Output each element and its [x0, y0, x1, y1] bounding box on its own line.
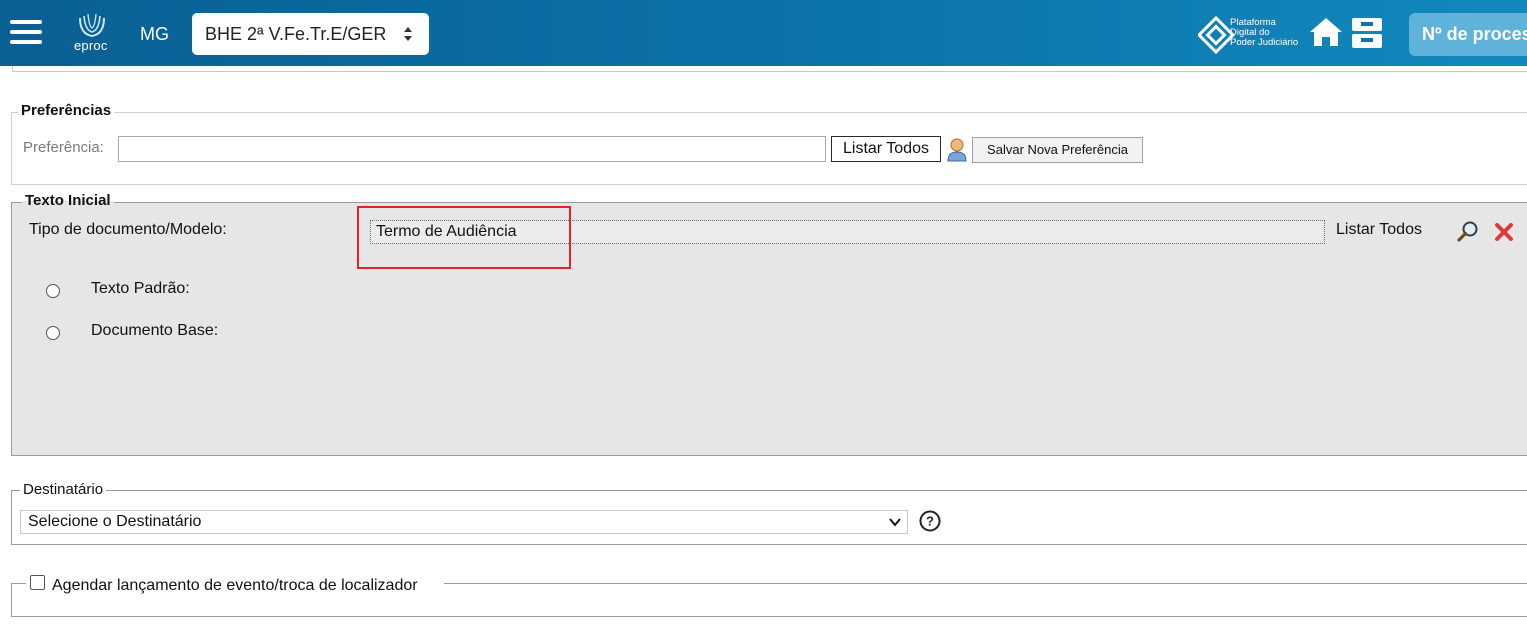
texto-padrao-label: Texto Padrão:: [91, 280, 190, 297]
fieldset-border-bottom: [11, 184, 1527, 185]
fieldset-border-left: [11, 112, 12, 185]
documento-base-label: Documento Base:: [91, 322, 219, 339]
fieldset-border-left: [11, 583, 12, 617]
documento-base-radio[interactable]: [46, 326, 60, 340]
menu-icon[interactable]: [10, 20, 42, 46]
fieldset-border-top: [11, 490, 1527, 491]
agendar-label: Agendar lançamento de evento/troca de lo…: [52, 577, 418, 594]
divider: [12, 66, 1527, 72]
destinatario-selected: Selecione o Destinatário: [28, 513, 202, 530]
org-unit-select[interactable]: BHE 2ª V.Fe.Tr.E/GER: [192, 13, 429, 55]
inbox-icon[interactable]: [1350, 16, 1384, 50]
tipo-documento-input[interactable]: Termo de Audiência: [370, 220, 1325, 244]
user-icon[interactable]: [946, 138, 968, 162]
fieldset-border-top: [11, 112, 1527, 113]
preferencias-legend: Preferências: [18, 102, 115, 119]
org-unit-value: BHE 2ª V.Fe.Tr.E/GER: [205, 23, 387, 44]
chevron-down-icon: [889, 518, 901, 527]
process-number-input[interactable]: Nº de proces: [1409, 13, 1527, 56]
state-label: MG: [140, 24, 169, 44]
preferencia-input[interactable]: [118, 136, 826, 162]
logo-text: eproc: [74, 38, 108, 53]
platform-text: Plataforma Digital do Poder Judiciário: [1230, 18, 1298, 48]
fieldset-border-bottom: [11, 616, 1527, 617]
fieldset-border-left: [11, 490, 12, 545]
home-icon[interactable]: [1308, 16, 1344, 48]
listar-todos-button[interactable]: Listar Todos: [831, 136, 941, 162]
texto-inicial-legend: Texto Inicial: [22, 192, 114, 209]
process-input-placeholder: Nº de proces: [1422, 24, 1527, 44]
search-icon[interactable]: [1456, 220, 1480, 244]
help-icon[interactable]: ?: [919, 510, 941, 532]
destinatario-select[interactable]: Selecione o Destinatário: [20, 510, 908, 534]
destinatario-legend: Destinatário: [20, 481, 107, 498]
preferencia-label: Preferência:: [23, 139, 104, 156]
salvar-preferencia-button[interactable]: Salvar Nova Preferência: [972, 137, 1143, 163]
platform-line: Poder Judiciário: [1230, 37, 1299, 48]
delete-icon[interactable]: [1494, 222, 1514, 242]
select-arrows-icon: [404, 27, 412, 41]
agendar-checkbox[interactable]: [30, 575, 45, 590]
texto-padrao-radio[interactable]: [46, 284, 60, 298]
listar-todos-link[interactable]: Listar Todos: [1336, 221, 1422, 239]
top-bar: eproc MG BHE 2ª V.Fe.Tr.E/GER Plataforma…: [0, 0, 1527, 66]
fieldset-border-bottom: [11, 544, 1527, 545]
svg-text:?: ?: [926, 514, 934, 529]
tipo-documento-label: Tipo de documento/Modelo:: [29, 221, 227, 238]
